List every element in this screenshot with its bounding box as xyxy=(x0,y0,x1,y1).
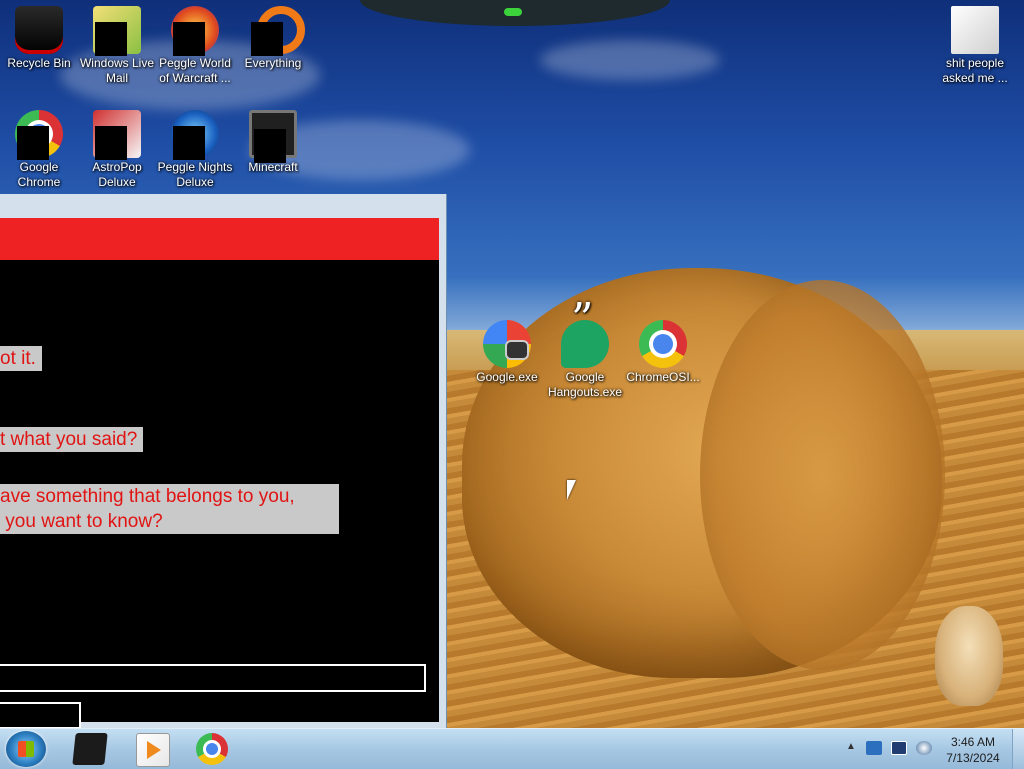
everything-icon xyxy=(249,6,305,56)
mouse-cursor-icon xyxy=(567,480,583,500)
google-exe-icon xyxy=(483,320,531,368)
mail-icon xyxy=(93,6,141,56)
desktop-icon-google-chrome[interactable]: Google Chrome xyxy=(0,110,78,190)
chat-app-window[interactable]: ot it. t what you said? ave something th… xyxy=(0,194,447,728)
desktop-icon-minecraft[interactable]: Minecraft xyxy=(234,110,312,175)
desktop-icon-folder[interactable]: shit people asked me ... xyxy=(936,6,1014,86)
desktop-icon-recycle-bin[interactable]: Recycle Bin xyxy=(0,6,78,71)
desktop: Recycle Bin Windows Live Mail Peggle Wor… xyxy=(0,0,1024,728)
icon-label: shit people asked me ... xyxy=(942,56,1008,85)
desktop-icon-chromeosi[interactable]: ChromeOSI... xyxy=(624,320,702,385)
chrome-icon xyxy=(15,110,63,160)
hay-bale-face xyxy=(700,280,945,670)
desktop-icon-windows-live-mail[interactable]: Windows Live Mail xyxy=(78,6,156,86)
chat-message: ave something that belongs to you, you w… xyxy=(0,484,339,534)
chat-app-content: ot it. t what you said? ave something th… xyxy=(0,218,439,728)
show-desktop-button[interactable] xyxy=(1012,729,1024,769)
system-clock[interactable]: 3:46 AM 7/13/2024 xyxy=(940,734,1006,766)
tray-volume-icon[interactable] xyxy=(916,741,932,755)
redaction xyxy=(17,126,49,160)
start-button[interactable] xyxy=(6,731,46,767)
chat-input-field[interactable] xyxy=(0,664,426,692)
redaction xyxy=(254,129,286,163)
desktop-icon-everything[interactable]: Everything xyxy=(234,6,312,71)
taskbar: ▲ 3:46 AM 7/13/2024 xyxy=(0,728,1024,769)
show-hidden-icons-button[interactable]: ▲ xyxy=(846,741,856,752)
icon-label: Windows Live Mail xyxy=(79,56,155,85)
clock-date: 7/13/2024 xyxy=(946,751,1000,765)
desktop-icon-hangouts[interactable]: Google Hangouts.exe xyxy=(546,312,624,400)
icon-label: Everything xyxy=(244,56,302,70)
desktop-icon-peggle-nights[interactable]: Peggle Nights Deluxe xyxy=(156,110,234,190)
clock-time: 3:46 AM xyxy=(950,735,996,749)
taskbar-media-player-icon[interactable] xyxy=(136,733,170,767)
recycle-bin-icon xyxy=(15,6,63,54)
send-button[interactable] xyxy=(0,702,81,728)
redaction xyxy=(251,22,283,56)
folder-icon xyxy=(951,6,999,54)
redaction xyxy=(95,22,127,56)
minecraft-icon xyxy=(249,110,297,163)
redaction xyxy=(173,22,205,56)
cloud xyxy=(540,40,720,80)
peggle-nights-icon xyxy=(171,110,219,160)
gadget-led xyxy=(504,8,522,16)
icon-label: ChromeOSI... xyxy=(626,370,700,384)
desktop-icon-google-exe[interactable]: Google.exe xyxy=(468,320,546,385)
chat-message: ot it. xyxy=(0,346,42,371)
redaction xyxy=(173,126,205,160)
icon-label: Google Hangouts.exe xyxy=(547,370,623,399)
hangouts-icon xyxy=(561,312,609,368)
chrome-icon xyxy=(639,320,687,368)
taskbar-chrome-icon[interactable] xyxy=(196,733,228,765)
desktop-icon-peggle-wow[interactable]: Peggle World of Warcraft ... xyxy=(156,6,234,86)
app-header-bar xyxy=(0,218,439,260)
icon-label: Recycle Bin xyxy=(7,56,71,70)
tray-flag-icon[interactable] xyxy=(866,741,882,755)
icon-label: Google.exe xyxy=(476,370,538,384)
desktop-icon-astropop[interactable]: AstroPop Deluxe xyxy=(78,110,156,190)
icon-label: AstroPop Deluxe xyxy=(92,160,142,189)
icon-label: Peggle Nights Deluxe xyxy=(157,160,233,189)
taskbar-app-icon[interactable] xyxy=(72,733,108,765)
icon-label: Peggle World of Warcraft ... xyxy=(159,56,231,85)
redaction xyxy=(95,126,127,160)
hamster-widget xyxy=(935,606,1003,706)
tray-network-icon[interactable] xyxy=(891,741,907,755)
icon-label: Google Chrome xyxy=(17,160,61,189)
chat-message: t what you said? xyxy=(0,427,144,452)
top-gadget xyxy=(360,0,670,26)
peggle-icon xyxy=(171,6,219,56)
astropop-icon xyxy=(93,110,141,160)
